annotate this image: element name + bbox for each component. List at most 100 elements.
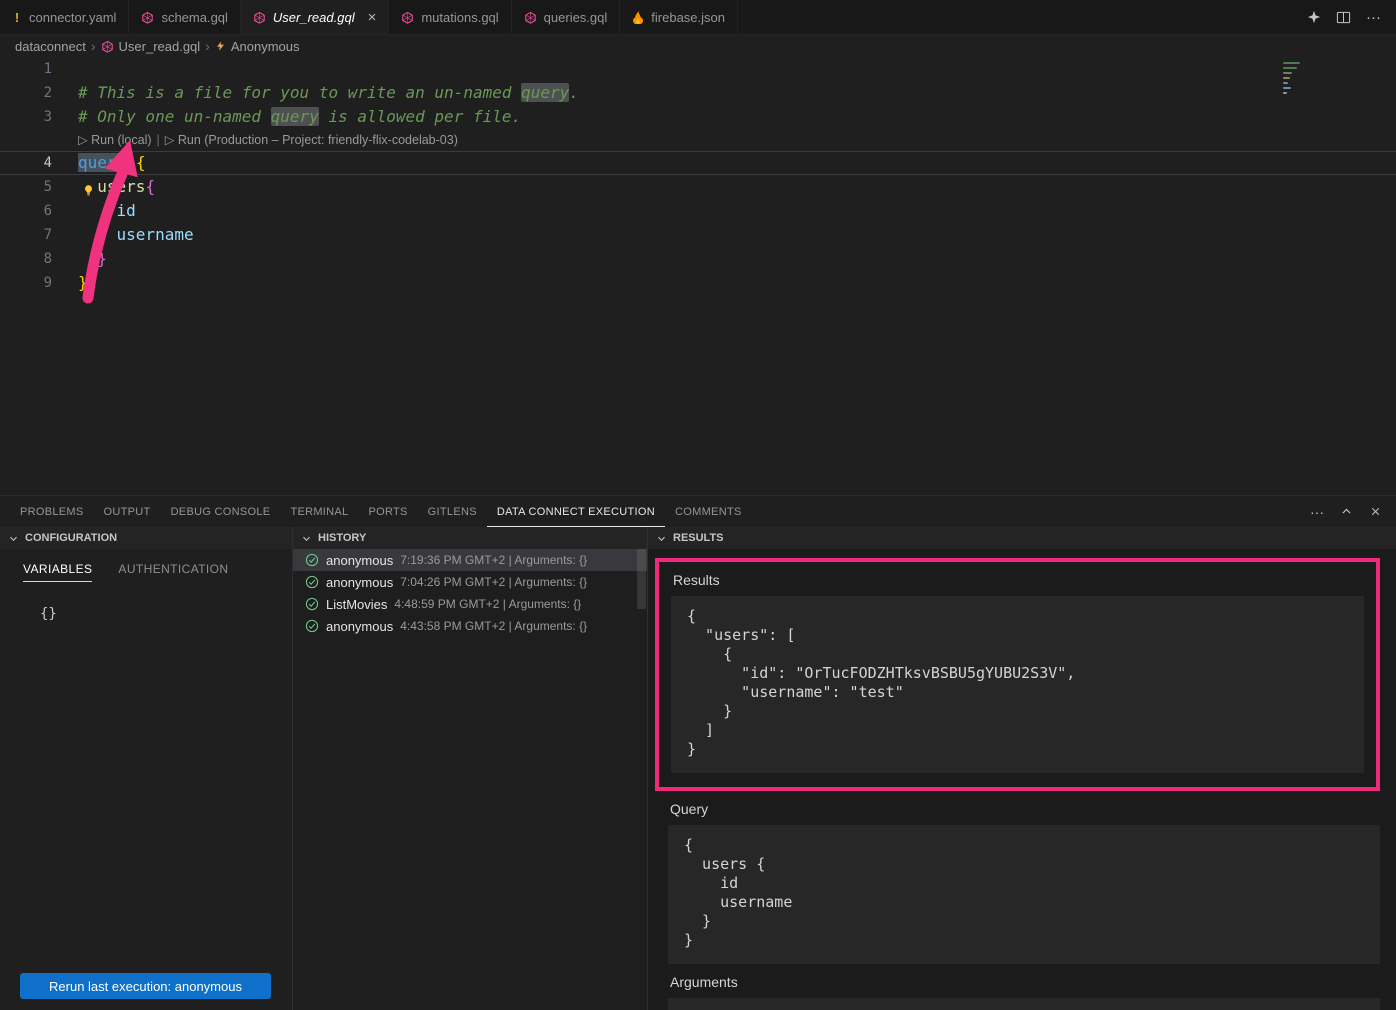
history-title: HISTORY [318,532,366,544]
chevron-down-icon [8,533,19,544]
code-line-3[interactable]: 3# Only one un-named query is allowed pe… [0,105,1396,129]
panel-close-icon[interactable] [1369,505,1382,518]
code-line-9[interactable]: 9} [0,271,1396,295]
config-tab-variables[interactable]: VARIABLES [23,562,92,582]
code-line-5[interactable]: 5 users{ [0,175,1396,199]
history-detail: 4:43:58 PM GMT+2 | Arguments: {} [400,619,587,633]
panel-actions: ··· [1310,496,1396,527]
tab-mutations.gql[interactable]: mutations.gql [389,0,511,34]
results-section: RESULTS Results { "users": [ { "id": "Or… [648,527,1396,1010]
panel-tab-problems[interactable]: PROBLEMS [10,496,94,527]
history-header[interactable]: HISTORY [293,527,647,549]
codelens-gutter [0,129,52,151]
chevron-down-icon [301,533,312,544]
history-list: anonymous7:19:36 PM GMT+2 | Arguments: {… [293,549,647,637]
line-number: 3 [0,105,52,129]
vscode-window: !connector.yamlschema.gqlUser_read.gql×m… [0,0,1396,1010]
tab-label: schema.gql [161,10,227,25]
code-text: } [52,247,107,271]
editor-tab-bar: ! connector.yaml schema.gql User_read.gql× m… [0,0,1396,35]
line-number: 1 [0,57,52,81]
code-line-8[interactable]: 8 } [0,247,1396,271]
line-number: 9 [0,271,52,295]
tab-connector.yaml[interactable]: ! connector.yaml [0,0,129,34]
bottom-panel: PROBLEMSOUTPUTDEBUG CONSOLETERMINALPORTS… [0,495,1396,1010]
panel-tab-ports[interactable]: PORTS [358,496,417,527]
tab-label: connector.yaml [29,10,116,25]
graphql-icon [141,11,154,24]
query-code[interactable]: { users { id username } } [668,825,1380,964]
flame-icon [632,10,644,24]
history-item[interactable]: anonymous7:19:36 PM GMT+2 | Arguments: {… [293,549,647,571]
minimap-line [1283,67,1297,69]
codelens-separator: | [157,133,160,147]
tab-schema.gql[interactable]: schema.gql [129,0,240,34]
run-local-link[interactable]: ▷ Run (local) [78,133,152,147]
minimap[interactable] [1281,59,1303,145]
editor-actions: ··· [1307,0,1396,34]
history-name: anonymous [326,575,393,590]
breadcrumb-item-symbol[interactable]: Anonymous [231,39,300,54]
panel-tab-debug-console[interactable]: DEBUG CONSOLE [161,496,281,527]
arguments-code[interactable]: {} [668,998,1380,1010]
query-block: Query { users { id username } } [668,801,1380,964]
code-line-1[interactable]: 1 [0,57,1396,81]
more-actions-icon[interactable]: ··· [1366,9,1381,26]
code-text: id [52,199,136,223]
copilot-sparkle-icon[interactable] [1307,10,1321,24]
code-text: } [52,271,88,295]
configuration-header[interactable]: CONFIGURATION [0,527,292,549]
close-icon[interactable]: × [368,10,377,25]
history-detail: 7:04:26 PM GMT+2 | Arguments: {} [400,575,587,589]
history-item[interactable]: ListMovies4:48:59 PM GMT+2 | Arguments: … [293,593,647,615]
panel-more-icon[interactable]: ··· [1310,504,1324,520]
variables-value[interactable]: {} [0,582,292,622]
code-line-4[interactable]: 4query { [0,151,1396,175]
panel-maximize-icon[interactable] [1340,505,1353,518]
panel-tab-output[interactable]: OUTPUT [94,496,161,527]
code-text: query { [52,151,145,175]
code-line-6[interactable]: 6 id [0,199,1396,223]
tab-User_read.gql[interactable]: User_read.gql× [241,0,389,34]
panel-tab-comments[interactable]: COMMENTS [665,496,752,527]
minimap-line [1283,92,1287,94]
minimap-line [1283,87,1291,89]
code-text: username [52,223,194,247]
breadcrumb-item-folder[interactable]: dataconnect [15,39,86,54]
minimap-line [1283,72,1292,74]
chevron-right-icon: › [205,39,210,53]
code-editor[interactable]: 12# This is a file for you to write an u… [0,57,1396,495]
results-header[interactable]: RESULTS [648,527,1396,549]
rerun-button[interactable]: Rerun last execution: anonymous [20,973,271,999]
warning-icon: ! [12,10,22,25]
arguments-block: Arguments {} [668,974,1380,1010]
code-line-2[interactable]: 2# This is a file for you to write an un… [0,81,1396,105]
graphql-icon [524,11,537,24]
query-label: Query [670,801,1380,817]
history-scrollbar[interactable] [637,549,646,609]
tab-label: mutations.gql [421,10,498,25]
results-json[interactable]: { "users": [ { "id": "OrTucFODZHTksvBSBU… [671,596,1364,773]
check-circle-icon [305,553,319,567]
code-text: # Only one un-named query is allowed per… [52,105,521,129]
panel-body: CONFIGURATION VARIABLES AUTHENTICATION {}… [0,527,1396,1010]
config-tab-authentication[interactable]: AUTHENTICATION [118,562,228,582]
history-item[interactable]: anonymous 4:43:58 PM GMT+2 | Arguments: {… [293,615,647,637]
split-editor-icon[interactable] [1336,10,1351,25]
history-item[interactable]: anonymous 7:04:26 PM GMT+2 | Arguments: {… [293,571,647,593]
run-production-link[interactable]: ▷ Run (Production – Project: friendly-fl… [165,133,458,147]
graphql-icon [101,40,114,53]
panel-tab-terminal[interactable]: TERMINAL [280,496,358,527]
history-name: anonymous [326,619,393,634]
panel-tab-gitlens[interactable]: GITLENS [418,496,487,527]
tab-firebase.json[interactable]: firebase.json [620,0,738,34]
panel-tab-data-connect-execution[interactable]: DATA CONNECT EXECUTION [487,496,665,527]
tab-queries.gql[interactable]: queries.gql [512,0,621,34]
panel-tab-bar: PROBLEMSOUTPUTDEBUG CONSOLETERMINALPORTS… [0,496,1396,527]
breadcrumb-item-file[interactable]: User_read.gql [119,39,201,54]
tab-label: firebase.json [651,10,725,25]
history-section: HISTORY anonymous7:19:36 PM GMT+2 | Argu… [293,527,648,1010]
code-line-7[interactable]: 7 username [0,223,1396,247]
history-name: ListMovies [326,597,387,612]
history-name: anonymous [326,553,393,568]
